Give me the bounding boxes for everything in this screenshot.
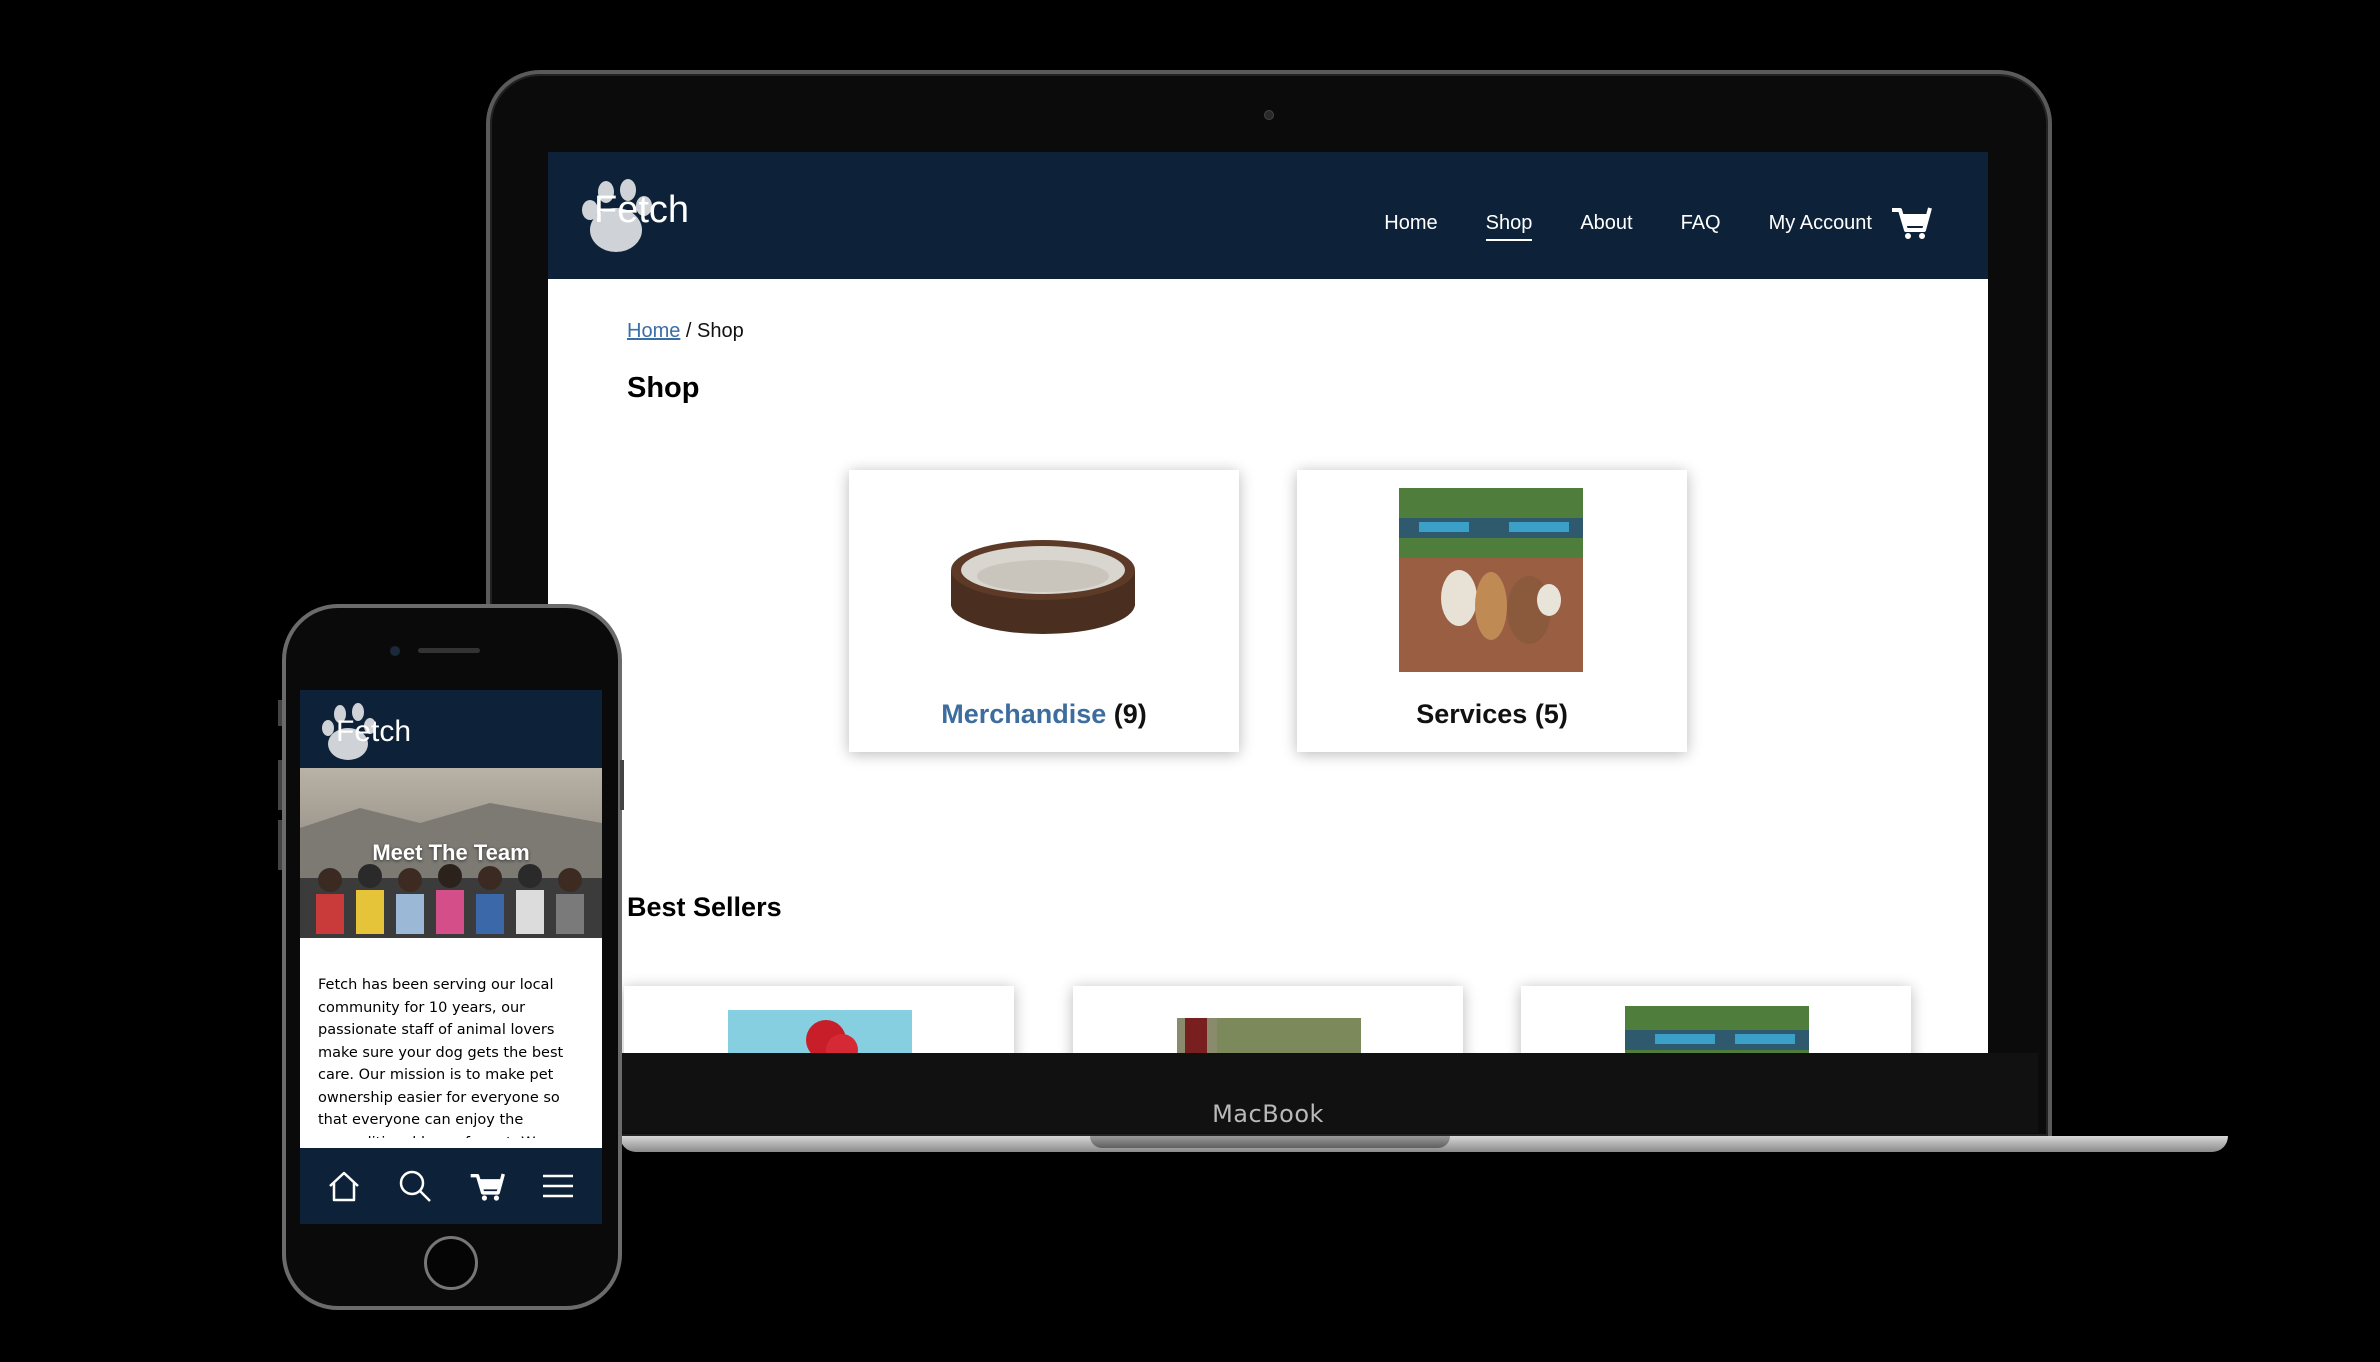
category-label-merchandise[interactable]: Merchandise (9) <box>849 699 1239 730</box>
tab-search[interactable] <box>393 1164 437 1208</box>
breadcrumb-separator: / <box>680 320 698 342</box>
menu-icon <box>543 1174 574 1198</box>
dog-walking-image <box>1399 488 1583 672</box>
category-card-services[interactable]: Services (5) <box>1297 470 1687 752</box>
nav-faq[interactable]: FAQ <box>1681 212 1721 241</box>
search-icon <box>400 1170 432 1202</box>
cart-icon[interactable] <box>1890 204 1932 240</box>
about-text: Fetch has been serving our local communi… <box>318 977 564 1138</box>
nav-home[interactable]: Home <box>1384 212 1437 241</box>
best-sellers-title: Best Sellers <box>627 892 782 922</box>
category-name[interactable]: Merchandise <box>941 699 1106 729</box>
nav-my-account[interactable]: My Account <box>1769 212 1872 241</box>
category-name[interactable]: Services <box>1416 699 1527 729</box>
laptop-screen: Fetch Home Shop About FAQ My Account Hom… <box>548 152 1988 1053</box>
hero-title: Meet The Team <box>372 840 530 865</box>
cart-icon <box>470 1173 505 1201</box>
breadcrumb-current: Shop <box>697 320 744 342</box>
site-logo-text[interactable]: Fetch <box>594 189 689 232</box>
phone-side-button <box>278 700 282 726</box>
phone-screen: Fetch Meet The Team Fetch has been servi… <box>300 690 602 1224</box>
page-title: Shop <box>627 372 700 404</box>
category-count: (9) <box>1113 699 1147 729</box>
best-seller-card[interactable] <box>1073 986 1463 1053</box>
home-icon <box>328 1171 359 1202</box>
breadcrumb: Home / Shop <box>627 320 744 343</box>
tab-cart[interactable] <box>465 1164 509 1208</box>
laptop-camera <box>1264 110 1274 120</box>
main-nav: Home Shop About FAQ My Account <box>1384 212 1872 241</box>
tab-menu[interactable] <box>536 1164 580 1208</box>
park-image <box>1177 1018 1361 1053</box>
dog-bed-image <box>951 540 1135 634</box>
breadcrumb-home-link[interactable]: Home <box>627 320 680 342</box>
mobile-header: Fetch <box>300 690 602 768</box>
category-count: (5) <box>1534 699 1568 729</box>
phone-camera <box>390 646 400 656</box>
phone-side-button <box>278 820 282 870</box>
best-seller-card[interactable] <box>1521 986 1911 1053</box>
phone-speaker <box>418 648 480 653</box>
nav-shop[interactable]: Shop <box>1485 212 1532 241</box>
phone-home-button[interactable] <box>424 1236 478 1290</box>
toy-image <box>728 1010 912 1053</box>
nav-about[interactable]: About <box>1580 212 1632 241</box>
laptop-notch <box>1090 1136 1450 1148</box>
category-card-merchandise[interactable]: Merchandise (9) <box>849 470 1239 752</box>
category-label-services[interactable]: Services (5) <box>1297 699 1687 730</box>
phone-side-button <box>620 760 624 810</box>
mobile-logo-text[interactable]: Fetch <box>336 715 411 749</box>
site-header: Fetch Home Shop About FAQ My Account <box>548 152 1988 279</box>
tab-home[interactable] <box>322 1164 366 1208</box>
laptop-brand-label: MacBook <box>1212 1100 1324 1128</box>
phone-side-button <box>278 760 282 810</box>
mobile-tab-bar <box>300 1148 602 1224</box>
hero-banner: Meet The Team <box>300 768 602 938</box>
street-image <box>1625 1006 1809 1053</box>
best-seller-card[interactable] <box>624 986 1014 1053</box>
